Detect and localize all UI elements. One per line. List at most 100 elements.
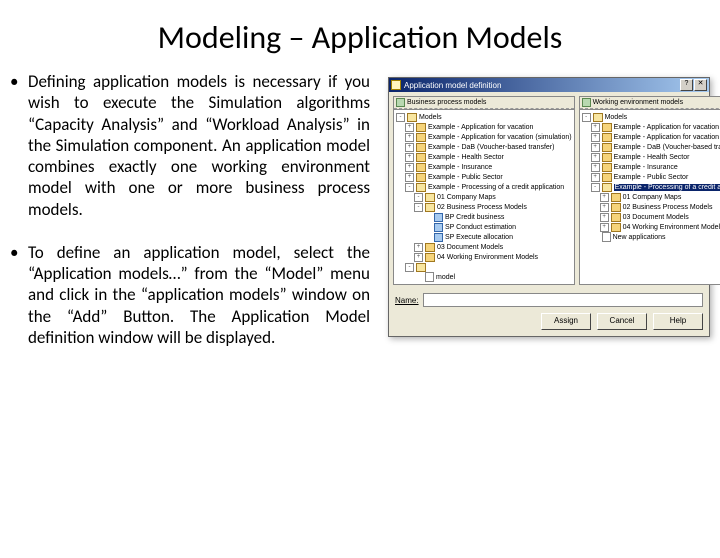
- expand-icon[interactable]: +: [405, 173, 414, 182]
- folder-icon: [602, 163, 612, 172]
- tree-node[interactable]: +Example - Application for vacation: [582, 122, 720, 132]
- folder-icon: [602, 173, 612, 182]
- tree-node[interactable]: +02 Business Process Models: [582, 202, 720, 212]
- expand-icon[interactable]: +: [591, 123, 600, 132]
- tree-node[interactable]: + Example - Public Sector: [582, 172, 720, 182]
- expand-icon[interactable]: +: [600, 193, 609, 202]
- bullet-dot: •: [10, 71, 28, 220]
- folder-icon: [611, 223, 621, 232]
- tree-node[interactable]: +Example - Health Sector: [396, 152, 572, 162]
- tree-node[interactable]: +Example - Public Sector: [396, 172, 572, 182]
- tree-node[interactable]: -Models: [582, 112, 720, 122]
- spacer: [423, 234, 432, 241]
- folder-icon: [416, 163, 426, 172]
- tree-node[interactable]: + Example - Health Sector: [582, 152, 720, 162]
- tree-node[interactable]: +Example - Application for vacation: [396, 122, 572, 132]
- tree-node[interactable]: -Example - Processing of a credit applic…: [396, 182, 572, 192]
- pane-header-icon: [582, 98, 591, 107]
- cancel-button[interactable]: Cancel: [597, 313, 647, 330]
- tree-node-label: 03 Document Models: [623, 214, 689, 221]
- collapse-icon[interactable]: -: [405, 183, 414, 192]
- tree-node[interactable]: +Example - Insurance: [396, 162, 572, 172]
- expand-icon[interactable]: +: [414, 253, 423, 262]
- expand-icon[interactable]: +: [591, 133, 600, 142]
- tree-node[interactable]: +01 Company Maps: [582, 192, 720, 202]
- left-tree[interactable]: -Models+Example - Application for vacati…: [394, 109, 574, 284]
- folder-icon: [602, 153, 612, 162]
- expand-icon[interactable]: +: [405, 133, 414, 142]
- spacer: [591, 234, 600, 241]
- tree-node-label: Example - Processing of a credit applica…: [614, 184, 720, 191]
- folder-icon: [416, 173, 426, 182]
- tree-node[interactable]: +Example - DaB (Voucher-based transfer): [582, 142, 720, 152]
- tree-node-label: model: [436, 274, 455, 281]
- collapse-icon[interactable]: -: [591, 183, 600, 192]
- folder-icon: [611, 203, 621, 212]
- tree-node-label: Example - Health Sector: [614, 154, 690, 161]
- collapse-icon[interactable]: -: [414, 203, 423, 212]
- dialog-titlebar[interactable]: Application model definition ? ✕: [389, 78, 709, 92]
- tree-node[interactable]: - Example - Processing of a credit applic…: [582, 182, 720, 192]
- tree-node-label: Example - Insurance: [614, 164, 678, 171]
- close-button[interactable]: ✕: [694, 79, 707, 91]
- tree-node[interactable]: + Example - Insurance: [582, 162, 720, 172]
- tree-node[interactable]: BP Credit business: [396, 212, 572, 222]
- name-input[interactable]: [423, 293, 703, 307]
- expand-icon[interactable]: +: [405, 123, 414, 132]
- spacer: [414, 274, 423, 281]
- tree-node[interactable]: +03 Document Models: [582, 212, 720, 222]
- expand-icon[interactable]: +: [600, 203, 609, 212]
- tree-node[interactable]: +Example - DaB (Voucher-based transfer): [396, 142, 572, 152]
- document-icon: [425, 272, 434, 282]
- expand-icon[interactable]: +: [600, 213, 609, 222]
- spacer: [423, 224, 432, 231]
- expand-icon[interactable]: +: [591, 163, 600, 172]
- dialog-title: Application model definition: [404, 81, 501, 90]
- collapse-icon[interactable]: -: [396, 113, 405, 122]
- folder-icon: [602, 133, 612, 142]
- tree-node[interactable]: +Example - Application for vacation (sim…: [396, 132, 572, 142]
- tree-node-label: Example - Public Sector: [614, 174, 689, 181]
- expand-icon[interactable]: +: [405, 163, 414, 172]
- tree-node[interactable]: -Models: [396, 112, 572, 122]
- tree-node[interactable]: model: [396, 272, 572, 282]
- assign-button[interactable]: Assign: [541, 313, 591, 330]
- collapse-icon[interactable]: -: [582, 113, 591, 122]
- expand-icon[interactable]: +: [600, 223, 609, 232]
- expand-icon[interactable]: +: [591, 173, 600, 182]
- collapse-icon[interactable]: -: [405, 263, 414, 272]
- folder-icon: [416, 153, 426, 162]
- tree-node[interactable]: +03 Document Models: [396, 242, 572, 252]
- help-button[interactable]: Help: [653, 313, 703, 330]
- figure-area: Application model definition ? ✕ Busines…: [370, 71, 710, 370]
- tree-node[interactable]: -02 Business Process Models: [396, 202, 572, 212]
- help-button[interactable]: ?: [680, 79, 693, 91]
- folder-icon: [416, 143, 426, 152]
- bullet-list: • Defining application models is necessa…: [10, 71, 370, 370]
- folder-icon: [602, 183, 612, 192]
- expand-icon[interactable]: +: [591, 143, 600, 152]
- folder-icon: [416, 133, 426, 142]
- tree-node[interactable]: SP Execute allocation: [396, 232, 572, 242]
- tree-node[interactable]: +04 Working Environment Models: [396, 252, 572, 262]
- collapse-icon[interactable]: -: [414, 193, 423, 202]
- dialog-window: Application model definition ? ✕ Busines…: [388, 77, 710, 337]
- folder-icon: [416, 123, 426, 132]
- model-icon: [434, 213, 443, 222]
- expand-icon[interactable]: +: [405, 143, 414, 152]
- tree-node[interactable]: SP Conduct estimation: [396, 222, 572, 232]
- content-area: • Defining application models is necessa…: [0, 71, 720, 370]
- tree-node[interactable]: -: [396, 262, 572, 272]
- name-row: Name:: [389, 289, 709, 307]
- tree-node[interactable]: +Example - Application for vacation (sim…: [582, 132, 720, 142]
- folder-icon: [602, 143, 612, 152]
- expand-icon[interactable]: +: [591, 153, 600, 162]
- tree-node[interactable]: -01 Company Maps: [396, 192, 572, 202]
- right-tree[interactable]: -Models+Example - Application for vacati…: [580, 109, 720, 284]
- tree-node[interactable]: New applications: [582, 232, 720, 242]
- tree-node[interactable]: +04 Working Environment Models: [582, 222, 720, 232]
- left-pane-title: Business process models: [407, 99, 486, 106]
- expand-icon[interactable]: +: [405, 153, 414, 162]
- model-icon: [434, 223, 443, 232]
- expand-icon[interactable]: +: [414, 243, 423, 252]
